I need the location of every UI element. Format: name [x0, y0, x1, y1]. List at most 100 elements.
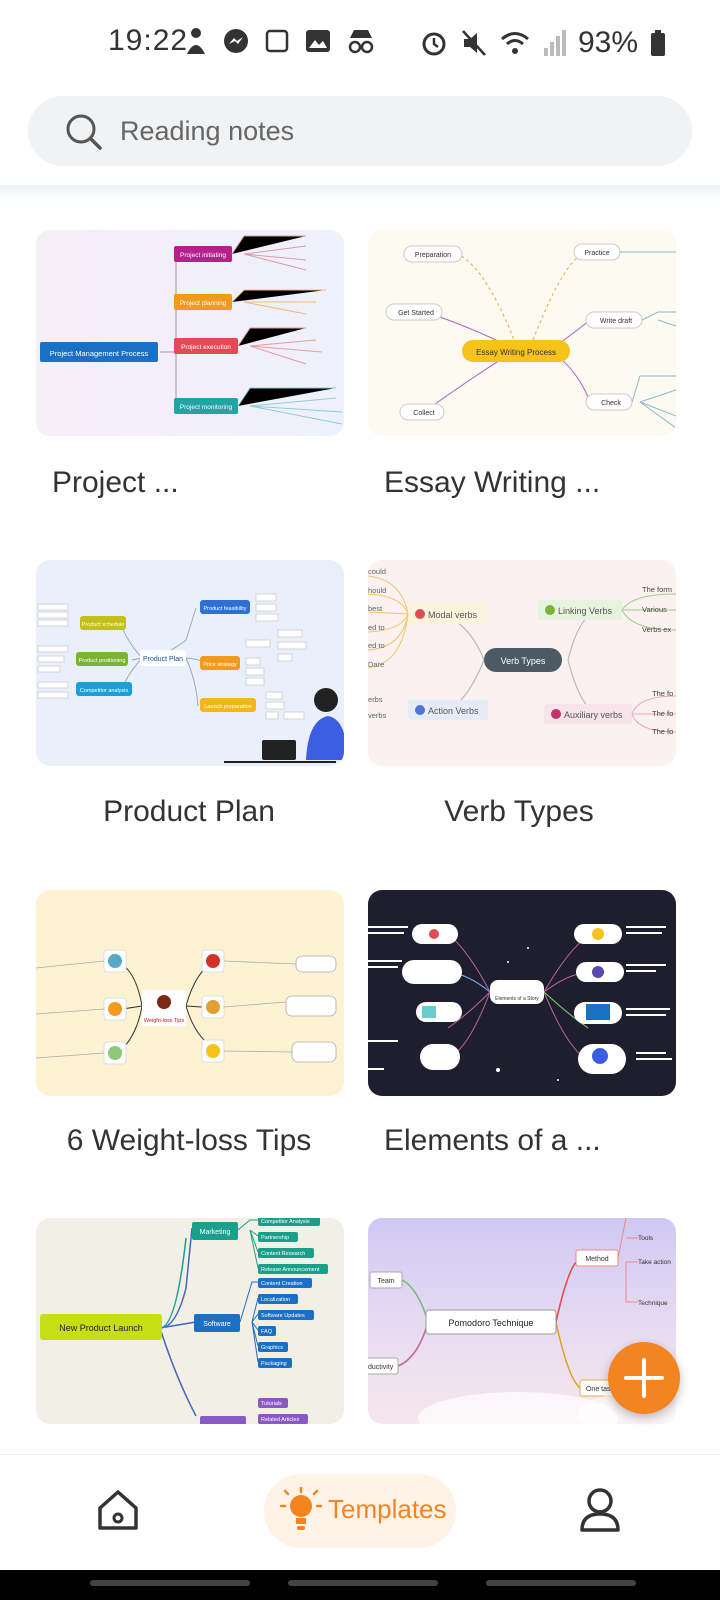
- svg-text:Technique: Technique: [638, 1300, 668, 1307]
- home-icon: [98, 1490, 138, 1530]
- svg-text:Linking Verbs: Linking Verbs: [558, 606, 613, 616]
- svg-text:Partnership: Partnership: [261, 1235, 289, 1241]
- template-preview: Elements of a Story: [368, 924, 672, 1081]
- lightbulb-icon: [279, 1486, 323, 1530]
- header-divider: [0, 185, 720, 201]
- svg-text:Graphics: Graphics: [261, 1345, 283, 1351]
- svg-text:Competitor Analysis: Competitor Analysis: [261, 1219, 310, 1225]
- add-button[interactable]: [608, 1342, 680, 1414]
- messenger-icon: [224, 29, 248, 53]
- svg-text:could: could: [368, 567, 386, 576]
- svg-text:Tutorials: Tutorials: [261, 1401, 282, 1407]
- preview-center: Project Management Process: [50, 349, 149, 358]
- svg-text:Dare: Dare: [368, 660, 384, 669]
- system-icons: 93%: [420, 26, 666, 60]
- svg-text:best: best: [368, 604, 383, 613]
- svg-text:The fo: The fo: [652, 727, 673, 736]
- person-icon: [187, 28, 205, 54]
- template-card-weight-loss[interactable]: Weight-loss Tips: [36, 890, 344, 1096]
- svg-text:Product positioning: Product positioning: [79, 658, 126, 664]
- svg-text:The fo: The fo: [652, 709, 673, 718]
- svg-text:Team: Team: [377, 1278, 394, 1285]
- mute-icon: [462, 30, 486, 56]
- svg-text:Launch preparation: Launch preparation: [204, 704, 251, 710]
- svg-text:Various: Various: [642, 605, 667, 614]
- system-home-handle[interactable]: [288, 1580, 438, 1586]
- system-navigation-bar: [0, 1570, 720, 1600]
- nav-home[interactable]: [96, 1488, 140, 1537]
- search-icon: [66, 114, 102, 150]
- template-card-essay[interactable]: Essay Writing Process Preparation Get St…: [368, 230, 676, 436]
- svg-text:Modal verbs: Modal verbs: [428, 610, 478, 620]
- template-card-project[interactable]: Project Management Process Project initi…: [36, 230, 344, 436]
- add-icon: [624, 1358, 664, 1398]
- template-preview: Project Management Process Project initi…: [40, 235, 343, 425]
- template-title: 6 Weight-loss Tips: [66, 1124, 312, 1157]
- nav-templates[interactable]: Templates: [264, 1474, 456, 1548]
- svg-text:Marketing: Marketing: [200, 1229, 231, 1236]
- status-bar: 19:22 93%: [0, 0, 720, 88]
- template-preview: Product Plan Product feasibility Price s…: [37, 593, 344, 763]
- notification-icons: [184, 26, 376, 56]
- svg-text:erbs: erbs: [368, 695, 383, 704]
- battery-icon: [651, 30, 665, 56]
- search-placeholder: Reading notes: [120, 116, 295, 146]
- svg-text:Project monitoring: Project monitoring: [180, 404, 233, 411]
- svg-text:Preparation: Preparation: [415, 252, 451, 259]
- svg-text:Related Articles: Related Articles: [261, 1417, 299, 1423]
- svg-text:Product feasibility: Product feasibility: [203, 606, 246, 612]
- nav-templates-label: Templates: [328, 1494, 447, 1524]
- svg-text:verbs: verbs: [368, 711, 387, 720]
- template-title: Project ...: [52, 466, 179, 499]
- svg-text:Project planning: Project planning: [180, 300, 227, 307]
- svg-text:ed to: ed to: [368, 623, 385, 632]
- svg-text:ed to: ed to: [368, 641, 385, 650]
- template-card-elements[interactable]: Elements of a Story: [368, 890, 676, 1096]
- nav-profile[interactable]: [578, 1486, 622, 1537]
- alarm-icon: [422, 32, 446, 56]
- template-card-product-plan[interactable]: Product Plan Product feasibility Price s…: [36, 560, 344, 766]
- preview-center: Essay Writing Process: [476, 348, 556, 357]
- svg-text:Get Started: Get Started: [398, 310, 434, 317]
- svg-text:Tools: Tools: [638, 1235, 654, 1242]
- system-back-handle[interactable]: [90, 1580, 250, 1586]
- svg-text:Collect: Collect: [413, 410, 434, 417]
- template-preview: New Product Launch Marketing Software Co…: [40, 1218, 328, 1424]
- template-title: Elements of a ...: [384, 1124, 601, 1157]
- image-icon: [306, 30, 330, 52]
- preview-center: Weight-loss Tips: [144, 1018, 184, 1024]
- template-title: Essay Writing ...: [384, 466, 601, 499]
- svg-text:Practice: Practice: [584, 250, 609, 257]
- svg-text:Release Announcement: Release Announcement: [261, 1267, 320, 1273]
- svg-text:Packaging: Packaging: [261, 1361, 287, 1367]
- svg-text:Write draft: Write draft: [600, 318, 632, 325]
- template-title: Product Plan: [103, 795, 275, 828]
- svg-text:Competitor analysis: Competitor analysis: [80, 688, 129, 694]
- preview-center: Pomodoro Technique: [449, 1318, 534, 1328]
- svg-text:Auxiliary verbs: Auxiliary verbs: [564, 710, 623, 720]
- search-bar[interactable]: Reading notes: [28, 96, 692, 166]
- svg-text:The fo: The fo: [652, 689, 673, 698]
- preview-center: Verb Types: [501, 656, 546, 666]
- template-preview: Verb Types Modal verbs Linking Verbs Act…: [368, 567, 676, 736]
- wifi-icon: [500, 32, 529, 54]
- svg-text:Content Research: Content Research: [261, 1251, 305, 1257]
- battery-percent: 93%: [577, 26, 638, 59]
- square-icon: [265, 29, 289, 53]
- svg-text:Check: Check: [601, 400, 621, 407]
- svg-text:FAQ: FAQ: [261, 1329, 273, 1335]
- svg-text:Software: Software: [203, 1321, 231, 1328]
- incognito-icon: [348, 30, 374, 54]
- svg-text:Software Updates: Software Updates: [261, 1313, 305, 1319]
- preview-center: Product Plan: [143, 656, 183, 663]
- status-time: 19:22: [108, 24, 189, 57]
- svg-text:Localization: Localization: [261, 1297, 290, 1303]
- template-card-verb-types[interactable]: Verb Types Modal verbs Linking Verbs Act…: [368, 560, 676, 766]
- svg-text:Project execution: Project execution: [181, 344, 231, 351]
- svg-text:Take action: Take action: [638, 1259, 671, 1266]
- svg-text:hould: hould: [368, 586, 386, 595]
- svg-text:Project initiating: Project initiating: [180, 252, 226, 259]
- template-card-product-launch[interactable]: New Product Launch Marketing Software Co…: [36, 1218, 344, 1424]
- preview-center: Elements of a Story: [495, 996, 539, 1002]
- system-recents-handle[interactable]: [486, 1580, 636, 1586]
